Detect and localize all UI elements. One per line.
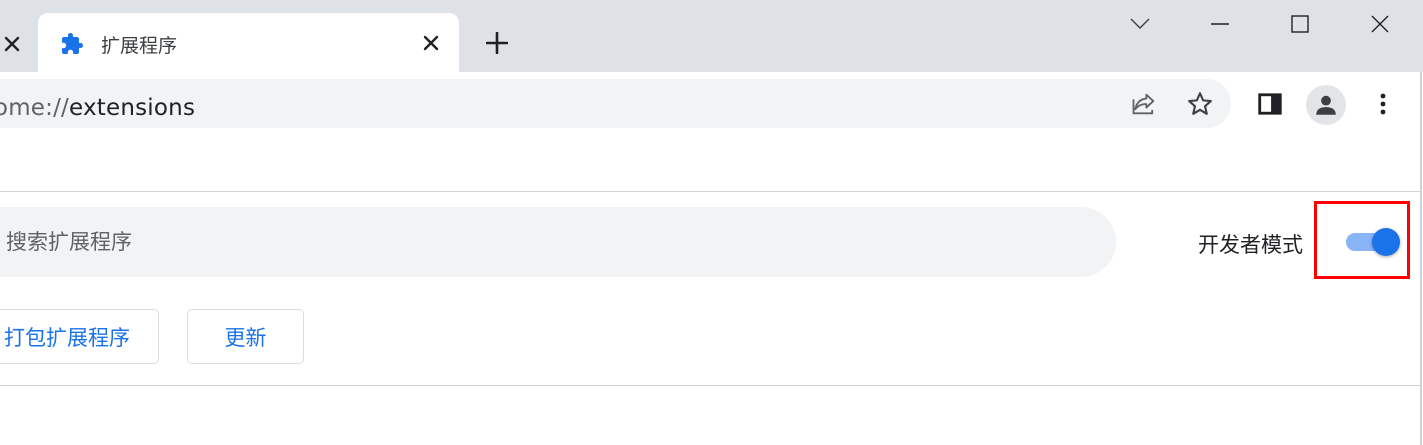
close-icon [4, 36, 20, 52]
developer-mode-label: 开发者模式 [1198, 233, 1303, 257]
side-panel-button[interactable] [1253, 87, 1287, 121]
toolbar-divider [0, 385, 1420, 386]
maximize-button[interactable] [1280, 6, 1320, 42]
search-input[interactable] [6, 207, 1086, 277]
url-scheme: hrome:// [0, 95, 70, 121]
header-divider [0, 191, 1420, 192]
tab-strip: 扩展程序 [0, 0, 1423, 72]
pack-extension-button[interactable]: 打包扩展程序 [0, 309, 159, 364]
url-host: extensions [69, 95, 196, 121]
highlight-annotation [1314, 201, 1410, 279]
side-panel-icon [1258, 93, 1282, 115]
minimize-icon [1211, 23, 1229, 25]
tab-close-button[interactable] [418, 30, 444, 56]
tab-search-button[interactable] [1120, 6, 1160, 42]
previous-tab-close-button[interactable] [0, 30, 24, 58]
share-button[interactable] [1127, 87, 1161, 121]
profile-icon [1316, 95, 1336, 115]
active-tab[interactable]: 扩展程序 [38, 13, 459, 72]
url-text[interactable]: hrome://extensions [0, 95, 195, 121]
address-bar[interactable]: hrome://extensions [0, 79, 1231, 128]
minimize-button[interactable] [1200, 6, 1240, 42]
window-close-button[interactable] [1360, 6, 1400, 42]
star-icon [1188, 92, 1212, 115]
window-scroll-edge [1420, 72, 1422, 445]
close-icon [1371, 15, 1389, 33]
more-vert-icon [1380, 93, 1386, 115]
share-icon [1132, 93, 1155, 115]
new-tab-button[interactable] [482, 28, 512, 58]
tab-title: 扩展程序 [101, 35, 178, 57]
update-button[interactable]: 更新 [187, 309, 304, 364]
chrome-menu-button[interactable] [1366, 87, 1400, 121]
puzzle-piece-icon [60, 32, 84, 56]
browser-toolbar: hrome://extensions [0, 72, 1423, 140]
bookmark-button[interactable] [1183, 87, 1217, 121]
close-icon [423, 35, 439, 51]
search-box[interactable] [0, 207, 1116, 277]
profile-button[interactable] [1306, 85, 1346, 125]
maximize-icon [1291, 15, 1309, 33]
plus-icon [486, 32, 508, 54]
chevron-down-icon [1130, 18, 1150, 29]
